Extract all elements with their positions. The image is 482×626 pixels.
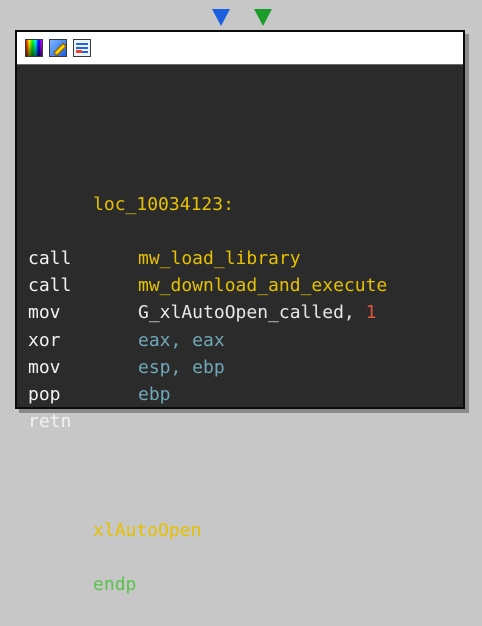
- graph-view-icon[interactable]: [73, 39, 91, 57]
- instruction-line[interactable]: mov esp, ebp: [28, 354, 463, 381]
- instruction-line[interactable]: call mw_download_and_execute: [28, 272, 463, 299]
- instruction-line[interactable]: pop ebp: [28, 381, 463, 408]
- node-header-toolbar: [17, 32, 463, 65]
- instruction-mnemonic: call: [28, 275, 72, 297]
- instruction-mnemonic: retn: [28, 411, 72, 433]
- instruction-operand: esp, ebp: [138, 356, 225, 378]
- instruction-operand: 1: [365, 302, 377, 324]
- instruction-operand[interactable]: mw_download_and_execute: [138, 275, 387, 296]
- instruction-line[interactable]: mov G_xlAutoOpen_called, 1: [28, 299, 463, 326]
- endp-keyword-text: endp: [93, 574, 137, 596]
- instruction-line[interactable]: retn: [28, 408, 463, 435]
- endp-keyword: [93, 547, 104, 568]
- instruction-operand: eax, eax: [138, 329, 225, 351]
- function-end-line[interactable]: xlAutoOpen endp: [28, 490, 463, 595]
- graph-node[interactable]: loc_10034123: call mw_load_library call mw_…: [15, 30, 465, 595]
- instruction-operand[interactable]: G_xlAutoOpen_called,: [138, 302, 366, 323]
- instruction-mnemonic: mov: [28, 302, 61, 324]
- function-name[interactable]: xlAutoOpen: [93, 520, 201, 541]
- edit-icon[interactable]: [49, 39, 67, 57]
- instruction-operand: ebp: [138, 383, 171, 405]
- instruction-mnemonic: xor: [28, 329, 61, 351]
- instruction-operand[interactable]: mw_load_library: [138, 248, 301, 269]
- instruction-line[interactable]: xor eax, eax: [28, 327, 463, 354]
- color-palette-icon[interactable]: [25, 39, 43, 57]
- code-label-line[interactable]: loc_10034123:: [28, 163, 463, 215]
- instruction-mnemonic: mov: [28, 356, 61, 378]
- instruction-mnemonic: pop: [28, 383, 61, 405]
- incoming-edge-arrow-green: [254, 9, 272, 26]
- instruction-line[interactable]: call mw_load_library: [28, 245, 463, 272]
- code-label[interactable]: loc_10034123:: [93, 194, 234, 215]
- disassembly-listing: loc_10034123: call mw_load_library call mw_…: [17, 65, 463, 596]
- incoming-edge-arrow-blue: [212, 9, 230, 26]
- instruction-mnemonic: call: [28, 248, 72, 269]
